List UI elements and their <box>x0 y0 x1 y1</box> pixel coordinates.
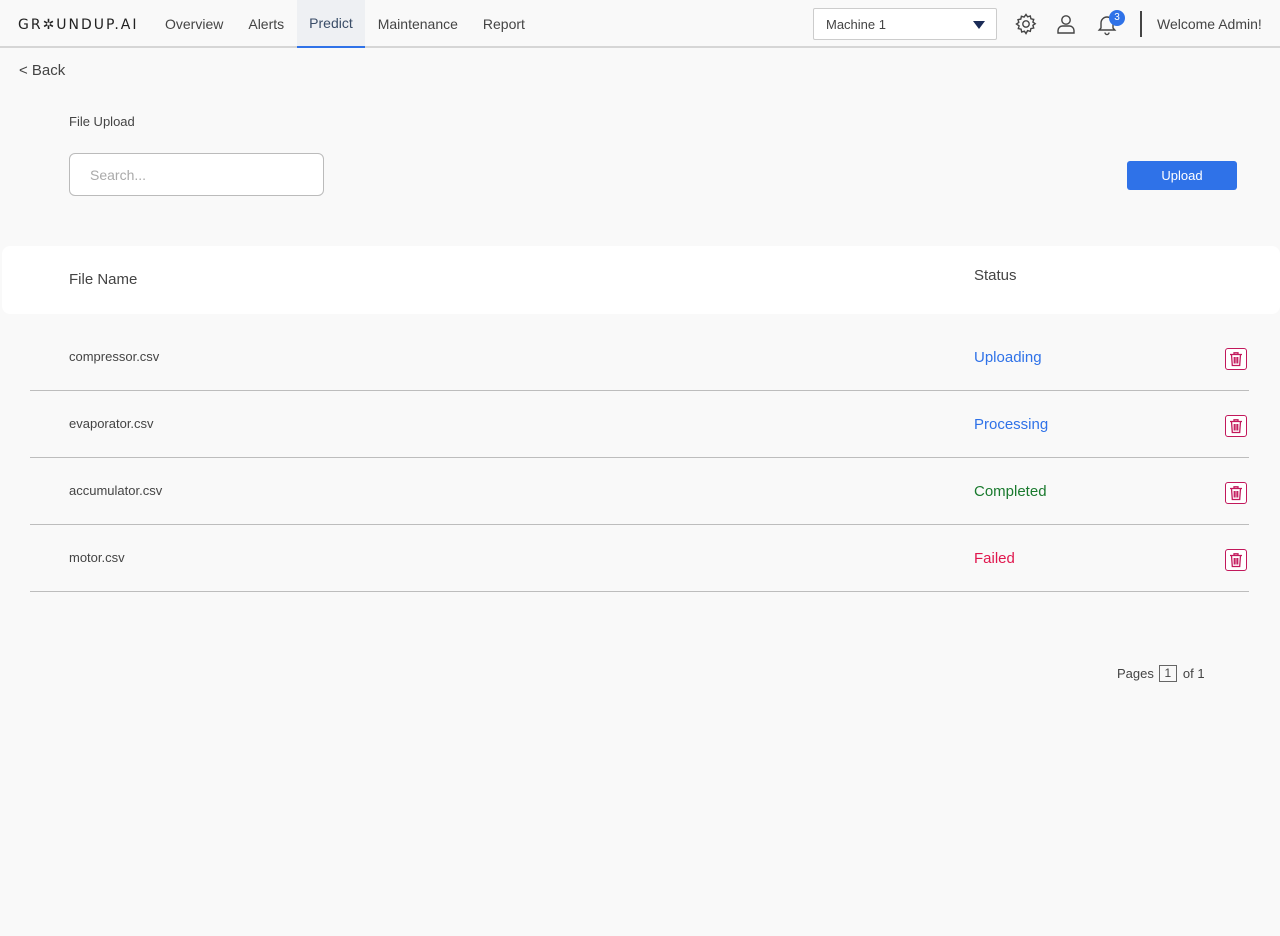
app-logo[interactable]: GR✲UNDUP.AI <box>18 17 138 33</box>
status-text: Uploading <box>974 349 1042 366</box>
upload-button[interactable]: Upload <box>1127 161 1237 190</box>
file-name: accumulator.csv <box>69 483 163 498</box>
table-row: accumulator.csv Completed <box>30 458 1249 525</box>
delete-button[interactable] <box>1225 415 1247 437</box>
nav-overview[interactable]: Overview <box>153 0 235 48</box>
status-text: Failed <box>974 550 1015 567</box>
file-name: motor.csv <box>69 550 125 565</box>
file-name: evaporator.csv <box>69 416 154 431</box>
trash-icon <box>1230 486 1242 501</box>
search-input[interactable] <box>69 153 324 196</box>
column-header-status: Status <box>974 267 1017 284</box>
back-link[interactable]: < Back <box>19 62 65 79</box>
delete-button[interactable] <box>1225 482 1247 504</box>
file-name: compressor.csv <box>69 349 160 364</box>
welcome-text: Welcome Admin! <box>1157 16 1262 32</box>
main-nav: Overview Alerts Predict Maintenance Repo… <box>153 0 538 48</box>
table-row: motor.csv Failed <box>30 525 1249 592</box>
table-header: File Name Status <box>2 246 1280 314</box>
nav-predict[interactable]: Predict <box>297 0 365 48</box>
pagination-suffix: of 1 <box>1182 666 1205 681</box>
user-icon[interactable] <box>1054 12 1078 36</box>
gear-icon[interactable] <box>1014 12 1038 36</box>
header-divider <box>1140 11 1142 37</box>
notification-badge: 3 <box>1109 10 1125 26</box>
top-bar: GR✲UNDUP.AI Overview Alerts Predict Main… <box>0 0 1280 48</box>
status-text: Completed <box>974 483 1047 500</box>
trash-icon <box>1230 553 1242 568</box>
machine-select-value: Machine 1 <box>826 17 886 32</box>
pagination-prefix: Pages <box>1117 666 1154 681</box>
status-text: Processing <box>974 416 1049 433</box>
trash-icon <box>1230 352 1242 367</box>
page-number[interactable]: 1 <box>1158 665 1177 682</box>
caret-down-icon <box>973 21 985 29</box>
table-row: compressor.csv Uploading <box>30 324 1249 391</box>
page-title: File Upload <box>69 114 135 129</box>
trash-icon <box>1230 419 1242 434</box>
delete-button[interactable] <box>1225 549 1247 571</box>
nav-report[interactable]: Report <box>471 0 537 48</box>
column-header-file-name: File Name <box>69 271 138 288</box>
delete-button[interactable] <box>1225 348 1247 370</box>
nav-maintenance[interactable]: Maintenance <box>366 0 470 48</box>
pagination: Pages 1 of 1 <box>1117 665 1205 682</box>
table-row: evaporator.csv Processing <box>30 391 1249 458</box>
nav-alerts[interactable]: Alerts <box>236 0 296 48</box>
machine-select[interactable]: Machine 1 <box>813 8 997 40</box>
